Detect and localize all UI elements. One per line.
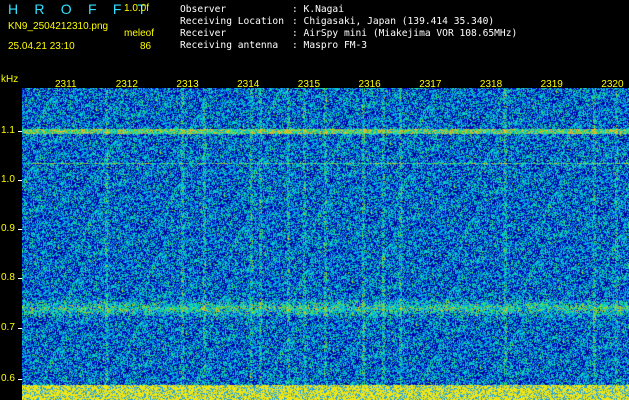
y-tick-label: 0.9 [1, 223, 15, 234]
meteor-count-label: meleof [124, 28, 155, 39]
info-value: : Chigasaki, Japan (139.414 35.340) [292, 16, 495, 27]
spectrogram-canvas [22, 88, 629, 400]
spectrogram-plot [22, 88, 629, 400]
y-tick-label: 0.7 [1, 322, 15, 333]
info-row: Receiver : AirSpy mini (Miakejima VOR 108… [180, 28, 517, 40]
info-row: Receiving antenna : Maspro FM-3 [180, 40, 367, 52]
info-key: Observer [180, 4, 227, 15]
y-axis-unit: kHz [1, 74, 19, 85]
info-row: Observer : K.Nagai [180, 4, 344, 16]
header: H R O F F T 1.0.0f KN9_2504212310.png me… [0, 0, 629, 77]
info-key: Receiver [180, 28, 227, 39]
y-tick-label: 0.6 [1, 373, 15, 384]
info-value: : AirSpy mini (Miakejima VOR 108.65MHz) [292, 28, 518, 39]
info-value: : K.Nagai [292, 4, 344, 15]
file-name: KN9_2504212310.png [8, 21, 109, 32]
info-key: Receiving Location [180, 16, 284, 27]
info-value: : Maspro FM-3 [292, 40, 368, 51]
version-label: 1.0.0f [124, 3, 150, 14]
meteor-count-value: 86 [140, 41, 152, 52]
hroft-spectrogram-window: H R O F F T 1.0.0f KN9_2504212310.png me… [0, 0, 629, 400]
y-tick-label: 0.8 [1, 272, 15, 283]
y-tick-label: 1.1 [1, 125, 15, 136]
timestamp: 25.04.21 23:10 [8, 41, 75, 52]
info-key: Receiving antenna [180, 40, 279, 51]
y-tick-label: 1.0 [1, 174, 15, 185]
info-row: Receiving Location : Chigasaki, Japan (13… [180, 16, 494, 28]
